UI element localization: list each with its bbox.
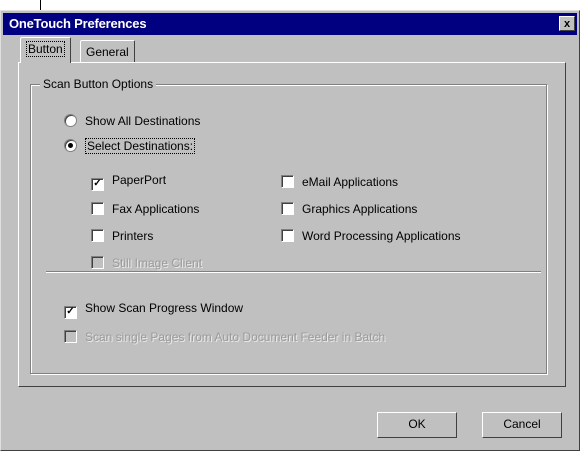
tab-general-label: General	[86, 45, 129, 59]
ok-button[interactable]: OK	[377, 412, 457, 438]
tab-button[interactable]: Button	[20, 37, 71, 63]
title-bar: OneTouch Preferences x	[3, 13, 577, 35]
close-button[interactable]: x	[559, 16, 575, 31]
tab-button-label: Button	[26, 41, 65, 57]
cancel-button[interactable]: Cancel	[482, 412, 562, 438]
tab-general[interactable]: General	[80, 40, 135, 62]
tab-panel	[18, 62, 566, 387]
window-title: OneTouch Preferences	[9, 16, 147, 31]
